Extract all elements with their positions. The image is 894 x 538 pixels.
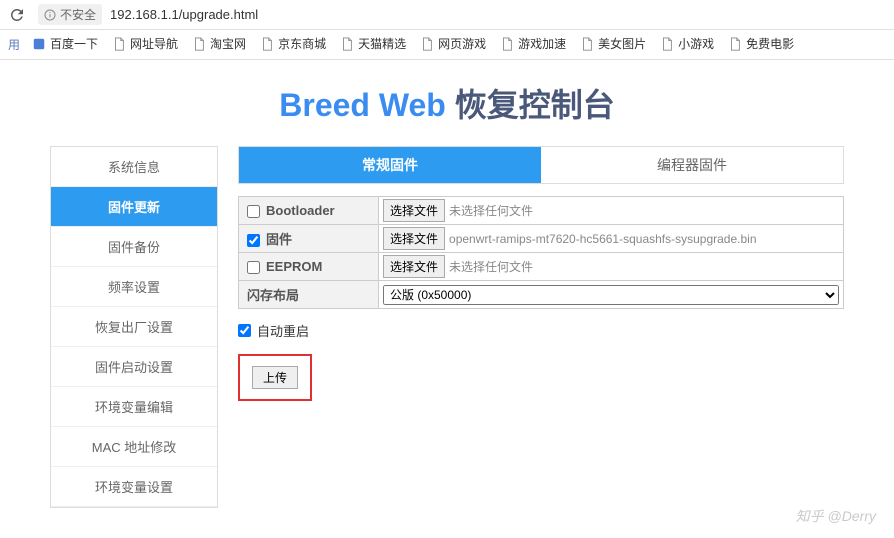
- flash-layout-label: 闪存布局: [239, 281, 379, 309]
- sidebar-item[interactable]: 恢复出厂设置: [51, 307, 217, 347]
- auto-reboot-checkbox[interactable]: [238, 324, 251, 337]
- flash-layout-select[interactable]: 公版 (0x50000): [383, 285, 839, 305]
- bookmark-item[interactable]: 小游戏: [660, 35, 714, 52]
- security-label: 不安全: [60, 6, 96, 23]
- sidebar-item[interactable]: MAC 地址修改: [51, 427, 217, 467]
- page-content: Breed Web 恢复控制台 系统信息固件更新固件备份频率设置恢复出厂设置固件…: [0, 60, 894, 528]
- bookmark-item[interactable]: 美女图片: [580, 35, 646, 52]
- title-part2: 恢复控制台: [446, 87, 615, 123]
- sidebar-item[interactable]: 环境变量设置: [51, 467, 217, 507]
- choose-file-button[interactable]: 选择文件: [383, 227, 445, 250]
- bookmark-bar: 用 百度一下 网址导航 淘宝网 京东商城 天猫精选 网页游戏 游戏加速 美女图片 小游戏 免费电影: [0, 30, 894, 60]
- tab[interactable]: 编程器固件: [541, 147, 843, 183]
- bookmark-item[interactable]: 百度一下: [32, 35, 98, 52]
- row-checkbox[interactable]: [247, 205, 260, 218]
- bookmark-label: 免费电影: [746, 35, 794, 52]
- security-badge[interactable]: 不安全: [38, 4, 102, 25]
- sidebar-item[interactable]: 固件启动设置: [51, 347, 217, 387]
- bookmark-item[interactable]: 京东商城: [260, 35, 326, 52]
- bookmark-item[interactable]: 免费电影: [728, 35, 794, 52]
- tabs: 常规固件编程器固件: [238, 146, 844, 184]
- auto-reboot-label: 自动重启: [257, 321, 309, 340]
- table-row: 固件 选择文件 openwrt-ramips-mt7620-hc5661-squas…: [239, 225, 844, 253]
- info-icon: [44, 9, 56, 21]
- sidebar-item[interactable]: 频率设置: [51, 267, 217, 307]
- file-name-text: 未选择任何文件: [449, 260, 533, 274]
- watermark: 知乎 @Derry: [796, 506, 876, 526]
- bookmark-label: 网址导航: [130, 35, 178, 52]
- row-value-cell: 选择文件未选择任何文件: [379, 253, 844, 281]
- row-label: Bootloader: [266, 203, 335, 218]
- row-value-cell: 选择文件 openwrt-ramips-mt7620-hc5661-squashf…: [379, 225, 844, 253]
- main-content: 常规固件编程器固件 Bootloader选择文件未选择任何文件固件选择文件ope…: [238, 146, 844, 508]
- row-label-cell: Bootloader: [239, 197, 379, 225]
- row-value-cell: 选择文件未选择任何文件: [379, 197, 844, 225]
- choose-file-button[interactable]: 选择文件: [383, 255, 445, 278]
- row-label-cell: 固件: [239, 225, 379, 253]
- bookmark-item[interactable]: 天猫精选: [340, 35, 406, 52]
- row-checkbox[interactable]: [247, 234, 260, 247]
- firmware-form-table: Bootloader选择文件未选择任何文件固件选择文件openwrt-ramip…: [238, 196, 844, 309]
- bookmark-label: 网页游戏: [438, 35, 486, 52]
- bookmark-label: 百度一下: [50, 35, 98, 52]
- table-row: Bootloader 选择文件未选择任何文件: [239, 197, 844, 225]
- file-name-text: openwrt-ramips-mt7620-hc5661-squashfs-sy…: [449, 232, 757, 246]
- file-name-text: 未选择任何文件: [449, 204, 533, 218]
- bookmark-bar-label: 用: [8, 36, 20, 53]
- sidebar-item[interactable]: 固件更新: [51, 187, 217, 227]
- title-part1: Breed Web: [279, 87, 446, 123]
- tab[interactable]: 常规固件: [239, 147, 541, 183]
- row-label-cell: EEPROM: [239, 253, 379, 281]
- row-label: EEPROM: [266, 259, 322, 274]
- bookmark-label: 京东商城: [278, 35, 326, 52]
- bookmark-label: 美女图片: [598, 35, 646, 52]
- bookmark-item[interactable]: 网址导航: [112, 35, 178, 52]
- upload-button[interactable]: 上传: [252, 366, 298, 389]
- auto-reboot-row: 自动重启: [238, 321, 844, 340]
- bookmark-item[interactable]: 网页游戏: [420, 35, 486, 52]
- browser-address-bar: 不安全 192.168.1.1/upgrade.html: [0, 0, 894, 30]
- sidebar: 系统信息固件更新固件备份频率设置恢复出厂设置固件启动设置环境变量编辑MAC 地址…: [50, 146, 218, 508]
- bookmark-item[interactable]: 淘宝网: [192, 35, 246, 52]
- upload-highlight-box: 上传: [238, 354, 312, 401]
- row-label: 固件: [266, 232, 292, 247]
- bookmark-label: 游戏加速: [518, 35, 566, 52]
- sidebar-item[interactable]: 系统信息: [51, 147, 217, 187]
- bookmark-label: 天猫精选: [358, 35, 406, 52]
- url-text[interactable]: 192.168.1.1/upgrade.html: [110, 7, 258, 22]
- sidebar-item[interactable]: 环境变量编辑: [51, 387, 217, 427]
- flash-layout-cell: 公版 (0x50000): [379, 281, 844, 309]
- bookmark-item[interactable]: 游戏加速: [500, 35, 566, 52]
- page-title: Breed Web 恢复控制台: [50, 80, 844, 126]
- table-row: EEPROM 选择文件未选择任何文件: [239, 253, 844, 281]
- bookmark-label: 小游戏: [678, 35, 714, 52]
- bookmark-label: 淘宝网: [210, 35, 246, 52]
- row-checkbox[interactable]: [247, 261, 260, 274]
- choose-file-button[interactable]: 选择文件: [383, 199, 445, 222]
- table-row: 闪存布局公版 (0x50000): [239, 281, 844, 309]
- reload-icon[interactable]: [8, 6, 26, 24]
- sidebar-item[interactable]: 固件备份: [51, 227, 217, 267]
